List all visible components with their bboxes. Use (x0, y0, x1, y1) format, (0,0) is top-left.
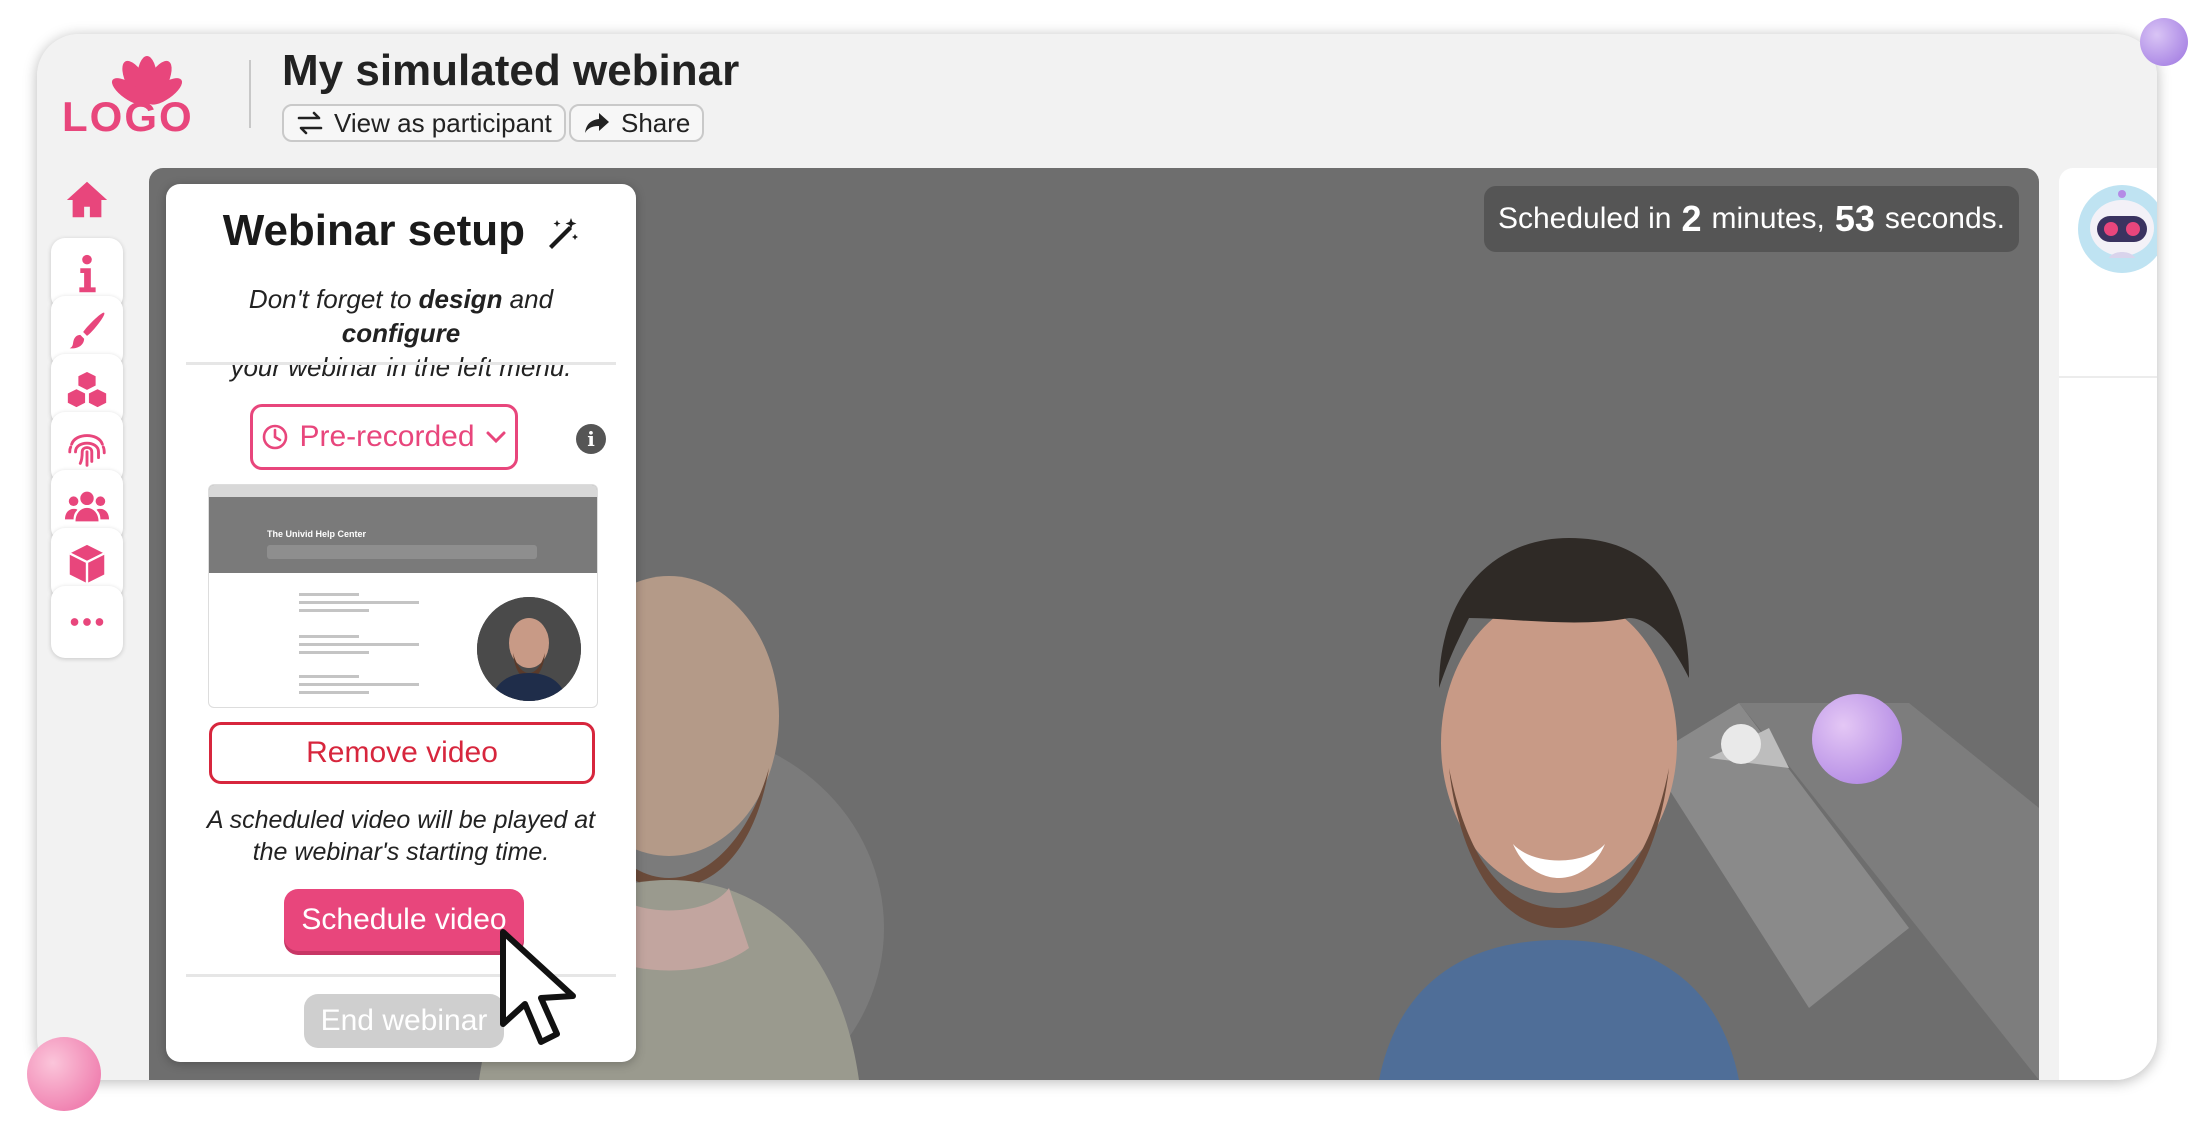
decor-ball-bottom-left (27, 1037, 101, 1111)
magic-wand-icon (549, 218, 579, 250)
clock-icon (263, 424, 288, 450)
decor-ball-white (1721, 724, 1761, 764)
seconds-label: seconds. (1884, 202, 2005, 235)
cubes-icon (65, 369, 109, 410)
seconds-value: 53 (1834, 198, 1875, 239)
minutes-value: 2 (1681, 198, 1702, 239)
desc-emphasis-configure: configure (341, 318, 461, 348)
desc-emphasis-design: design (418, 284, 503, 314)
brush-icon (69, 312, 105, 349)
box-icon (69, 544, 105, 584)
thumbnail-row (269, 631, 469, 657)
fingerprint-icon (68, 434, 106, 467)
scheduled-prefix: Scheduled in (1497, 202, 1672, 235)
end-webinar-button[interactable]: End webinar (304, 994, 504, 1048)
right-panel-divider (2059, 376, 2157, 378)
sidebar-item-more[interactable] (51, 586, 123, 658)
thumbnail-heading: The Univid Help Center (267, 529, 367, 539)
schedule-video-button[interactable]: Schedule video (284, 889, 524, 951)
thumbnail-row (269, 589, 469, 615)
decor-ball-purple (1812, 694, 1902, 784)
logo[interactable]: LOGO (62, 52, 232, 147)
share-button[interactable]: Share (569, 104, 705, 142)
setup-title: Webinar setup (222, 206, 526, 255)
setup-divider-top (186, 362, 616, 365)
sidebar-item-home[interactable] (51, 164, 123, 236)
home-icon (66, 181, 108, 218)
page-title: My simulated webinar (282, 46, 740, 95)
webinar-mode-select[interactable]: Pre-recorded (250, 404, 518, 470)
remove-video-button[interactable]: Remove video (209, 722, 595, 784)
mode-info-icon[interactable]: i (576, 424, 606, 454)
setup-description: Don't forget to design and configure you… (196, 282, 606, 384)
swap-arrows-icon (297, 111, 323, 135)
mouse-cursor-icon (500, 929, 576, 1045)
view-as-participant-button[interactable]: View as participant (282, 104, 566, 142)
schedule-note: A scheduled video will be played at the … (206, 806, 596, 866)
view-as-participant-label: View as participant (334, 107, 552, 138)
share-arrow-icon (585, 113, 609, 133)
robot-assistant-icon[interactable] (2077, 184, 2157, 274)
header: LOGO My simulated webinar View as partic… (37, 34, 2157, 154)
thumbnail-browser-bar (209, 485, 597, 497)
app-window: LOGO My simulated webinar View as partic… (37, 34, 2157, 1080)
desc-text-1: Don't forget to (248, 284, 419, 314)
share-label: Share (621, 107, 691, 138)
thumbnail-row (269, 671, 469, 697)
presenter-video-bubble (477, 597, 581, 701)
logo-text: LOGO (62, 93, 194, 140)
scheduled-countdown-badge: Scheduled in 2 minutes, 53 seconds. (1483, 186, 2019, 252)
video-thumbnail[interactable]: The Univid Help Center (208, 484, 598, 708)
header-divider (249, 60, 251, 128)
sidebar (37, 154, 137, 1080)
more-icon (70, 618, 104, 626)
desc-text-3: your webinar in the left menu. (230, 352, 572, 382)
users-icon (64, 491, 110, 522)
desc-text-2: and (502, 284, 554, 314)
decor-ball-top-right (2140, 18, 2188, 66)
chevron-down-icon (486, 431, 506, 444)
mode-select-value: Pre-recorded (299, 420, 475, 453)
minutes-label: minutes, (1711, 202, 1825, 235)
setup-title-row: Webinar setup (166, 206, 636, 256)
info-icon (79, 254, 96, 293)
thumbnail-search-bar (267, 545, 537, 559)
presenter-avatar (477, 597, 581, 701)
right-panel (2059, 168, 2157, 1080)
